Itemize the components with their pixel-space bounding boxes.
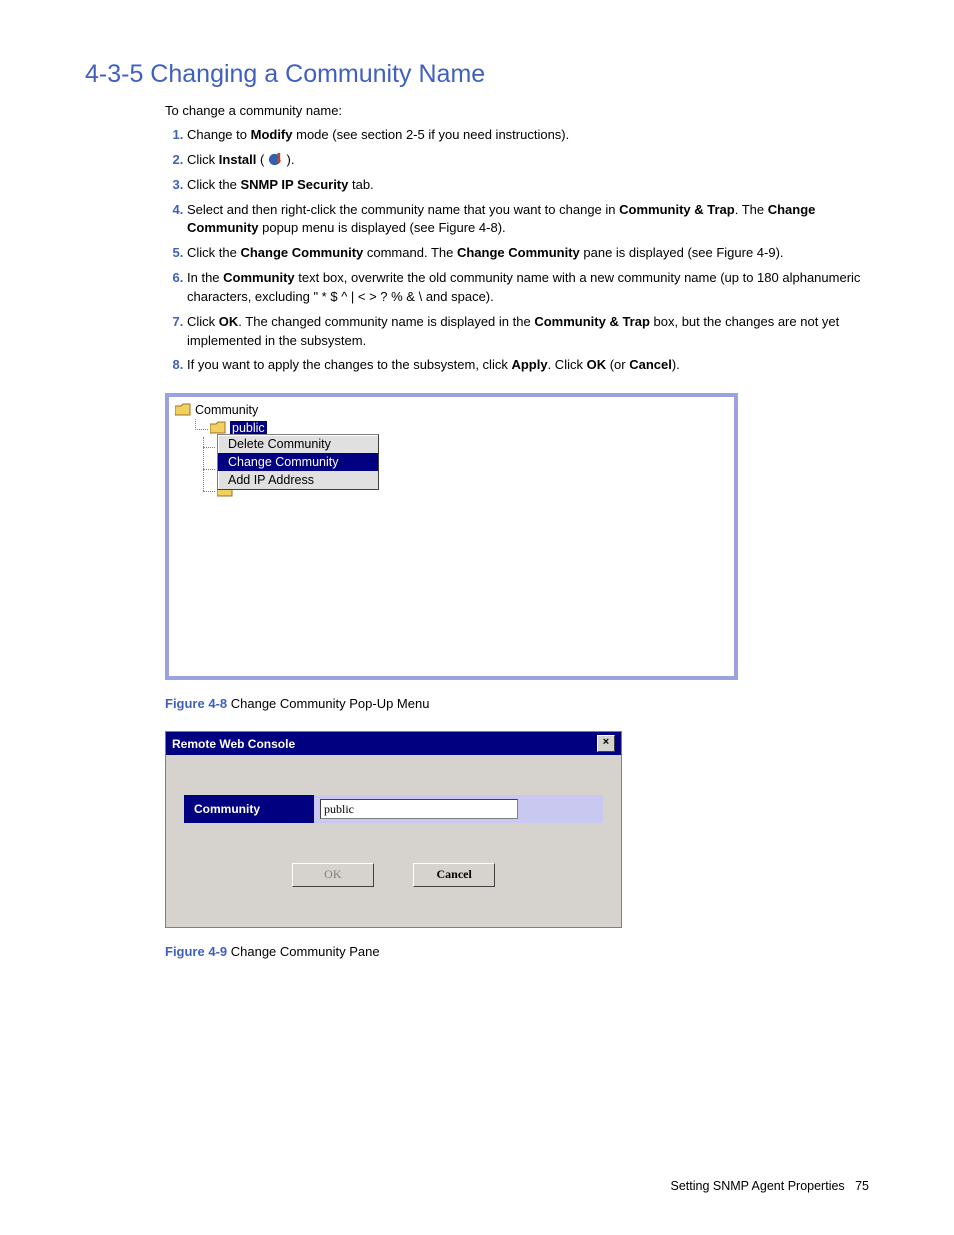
steps-list: Change to Modify mode (see section 2-5 i… <box>165 126 869 375</box>
step-7: Click OK. The changed community name is … <box>187 313 869 351</box>
install-icon <box>268 152 283 167</box>
menu-add-ip[interactable]: Add IP Address <box>218 471 378 489</box>
cancel-button[interactable]: Cancel <box>413 863 495 887</box>
figure-4-9-dialog-screenshot: Remote Web Console × Community OK Cancel <box>165 731 622 928</box>
figure-4-9-caption: Figure 4-9 Change Community Pane <box>165 944 869 959</box>
community-input[interactable] <box>320 799 518 819</box>
page-footer: Setting SNMP Agent Properties 75 <box>671 1179 870 1193</box>
step-3: Click the SNMP IP Security tab. <box>187 176 869 195</box>
step-4: Select and then right-click the communit… <box>187 201 869 239</box>
folder-icon <box>210 421 226 435</box>
community-label: Community <box>184 795 314 823</box>
folder-icon <box>175 403 191 417</box>
menu-delete-community[interactable]: Delete Community <box>218 435 378 453</box>
close-button[interactable]: × <box>597 735 615 752</box>
step-6: In the Community text box, overwrite the… <box>187 269 869 307</box>
ok-button[interactable]: OK <box>292 863 374 887</box>
community-input-cell <box>314 795 603 823</box>
step-2: Click Install ( ). <box>187 151 869 170</box>
intro-text: To change a community name: <box>165 103 869 118</box>
step-5: Click the Change Community command. The … <box>187 244 869 263</box>
figure-4-8-popup-screenshot: Community public <box>165 393 738 680</box>
context-menu: Delete Community Change Community Add IP… <box>217 434 379 490</box>
tree-node-public[interactable]: public <box>230 421 267 435</box>
figure-4-8-caption: Figure 4-8 Change Community Pop-Up Menu <box>165 696 869 711</box>
section-heading: 4-3-5 Changing a Community Name <box>85 60 869 89</box>
dialog-title: Remote Web Console <box>172 737 295 751</box>
tree-root-label[interactable]: Community <box>195 403 258 417</box>
step-1: Change to Modify mode (see section 2-5 i… <box>187 126 869 145</box>
step-8: If you want to apply the changes to the … <box>187 356 869 375</box>
dialog-titlebar: Remote Web Console × <box>166 732 621 755</box>
menu-change-community[interactable]: Change Community <box>218 453 378 471</box>
